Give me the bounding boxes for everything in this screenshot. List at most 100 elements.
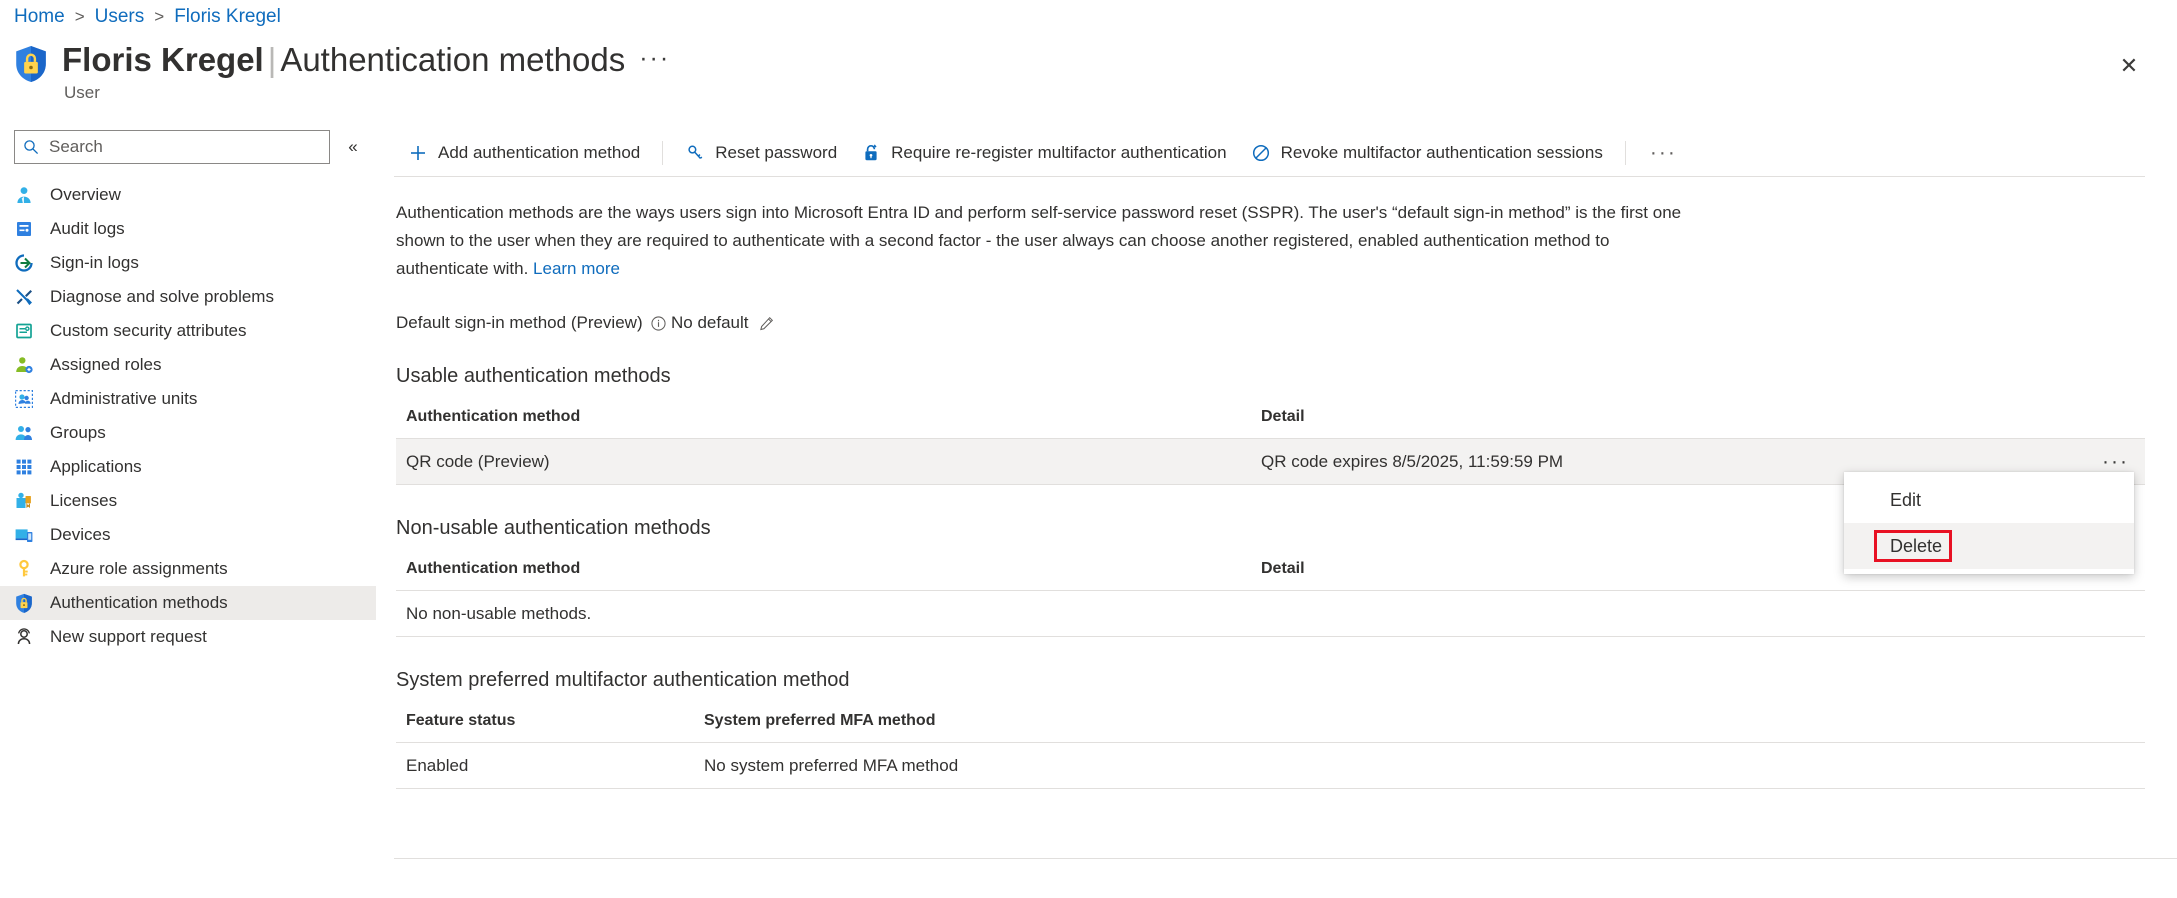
sidebar-item-authentication-methods[interactable]: Authentication methods xyxy=(0,586,376,620)
sidebar: « Overview Audit logs xyxy=(0,130,378,654)
search-box[interactable] xyxy=(14,130,330,164)
devices-icon xyxy=(14,525,34,545)
cell-authentication-method: QR code (Preview) xyxy=(406,452,1261,472)
table-header-row: Authentication method Detail xyxy=(396,408,2145,439)
context-menu-item-edit[interactable]: Edit xyxy=(1844,477,2134,523)
default-signin-method-label: Default sign-in method (Preview) xyxy=(396,313,643,333)
sidebar-item-applications[interactable]: Applications xyxy=(0,450,378,484)
column-header-authentication-method: Authentication method xyxy=(406,408,1261,426)
breadcrumb-item-users[interactable]: Users xyxy=(95,6,145,28)
sidebar-item-licenses[interactable]: Licenses xyxy=(0,484,378,518)
sidebar-item-label: Assigned roles xyxy=(50,355,162,375)
sidebar-item-new-support-request[interactable]: New support request xyxy=(0,620,378,654)
cell-empty-message: No non-usable methods. xyxy=(406,604,1261,624)
toolbar-separator xyxy=(1625,141,1626,165)
sidebar-item-label: Authentication methods xyxy=(50,593,228,613)
toolbar-divider xyxy=(394,176,2145,177)
sidebar-item-devices[interactable]: Devices xyxy=(0,518,378,552)
close-icon[interactable]: ✕ xyxy=(2113,50,2145,82)
block-circle-icon xyxy=(1251,143,1271,163)
authentication-methods-page: Home > Users > Floris Kregel Floris Kreg… xyxy=(0,0,2177,898)
toolbar-button-label: Reset password xyxy=(715,143,837,163)
breadcrumb-item-home[interactable]: Home xyxy=(14,6,65,28)
require-re-register-mfa-button[interactable]: Require re-register multifactor authenti… xyxy=(849,135,1238,171)
system-preferred-mfa-table: Feature status System preferred MFA meth… xyxy=(396,712,2145,789)
sidebar-item-administrative-units[interactable]: Administrative units xyxy=(0,382,378,416)
key-icon xyxy=(14,559,34,579)
sidebar-item-label: Azure role assignments xyxy=(50,559,228,579)
lock-refresh-icon xyxy=(861,143,881,163)
sidebar-item-sign-in-logs[interactable]: Sign-in logs xyxy=(0,246,378,280)
audit-log-icon xyxy=(14,219,34,239)
column-header-detail: Detail xyxy=(1261,408,2145,426)
breadcrumb-separator: > xyxy=(75,7,85,27)
sidebar-item-label: Custom security attributes xyxy=(50,321,247,341)
add-authentication-method-button[interactable]: Add authentication method xyxy=(396,135,652,171)
bottom-divider xyxy=(394,858,2177,859)
default-signin-method-value: No default xyxy=(671,313,749,333)
main-content: Add authentication method Reset password xyxy=(394,130,2177,789)
sidebar-item-label: Overview xyxy=(50,185,121,205)
sidebar-item-custom-security-attributes[interactable]: Custom security attributes xyxy=(0,314,378,348)
sidebar-item-label: Administrative units xyxy=(50,389,197,409)
sidebar-item-azure-role-assignments[interactable]: Azure role assignments xyxy=(0,552,378,586)
page-subtitle: User xyxy=(64,83,670,103)
default-signin-method-value-group: No default xyxy=(671,313,774,333)
sidebar-item-audit-logs[interactable]: Audit logs xyxy=(0,212,378,246)
breadcrumb-separator: > xyxy=(154,7,164,27)
pencil-edit-icon[interactable] xyxy=(759,316,774,331)
sidebar-item-label: Sign-in logs xyxy=(50,253,139,273)
toolbar-more-button[interactable]: ··· xyxy=(1636,138,1691,168)
row-context-menu: Edit Delete xyxy=(1844,472,2134,574)
column-header-system-preferred-mfa-method: System preferred MFA method xyxy=(704,712,2145,730)
cell-detail: QR code expires 8/5/2025, 11:59:59 PM xyxy=(1261,452,2145,472)
applications-grid-icon xyxy=(14,457,34,477)
search-icon xyxy=(23,139,39,155)
table-empty-row: No non-usable methods. xyxy=(396,591,2145,637)
page-title-more-button[interactable]: ··· xyxy=(639,48,670,68)
chevron-double-left-icon[interactable]: « xyxy=(342,134,364,160)
default-signin-method-row: Default sign-in method (Preview) No defa… xyxy=(396,313,2177,333)
toolbar-button-label: Add authentication method xyxy=(438,143,640,163)
support-person-icon xyxy=(14,627,34,647)
licenses-icon xyxy=(14,491,34,511)
reset-password-button[interactable]: Reset password xyxy=(673,135,849,171)
sidebar-item-assigned-roles[interactable]: Assigned roles xyxy=(0,348,378,382)
page-title: Floris Kregel|Authentication methods xyxy=(62,40,625,80)
sidebar-item-label: New support request xyxy=(50,627,207,647)
info-circle-icon[interactable] xyxy=(651,316,666,331)
sidebar-item-label: Diagnose and solve problems xyxy=(50,287,274,307)
row-more-button[interactable]: ··· xyxy=(2094,451,2137,473)
page-header: Floris Kregel|Authentication methods ···… xyxy=(14,40,670,103)
sidebar-item-overview[interactable]: Overview xyxy=(0,178,378,212)
toolbar-button-label: Require re-register multifactor authenti… xyxy=(891,143,1226,163)
search-input[interactable] xyxy=(47,136,321,158)
sidebar-search-row: « xyxy=(0,130,378,164)
sidebar-item-groups[interactable]: Groups xyxy=(0,416,378,450)
table-row: Enabled No system preferred MFA method xyxy=(396,743,2145,789)
shield-lock-icon xyxy=(14,593,34,613)
sidebar-item-diagnose-and-solve-problems[interactable]: Diagnose and solve problems xyxy=(0,280,378,314)
key-reset-icon xyxy=(685,143,705,163)
cell-system-preferred-mfa-method: No system preferred MFA method xyxy=(704,756,2145,776)
table-header-row: Feature status System preferred MFA meth… xyxy=(396,712,2145,743)
column-header-feature-status: Feature status xyxy=(406,712,704,730)
page-description: Authentication methods are the ways user… xyxy=(396,199,1706,283)
page-title-section: Authentication methods xyxy=(280,41,625,78)
sidebar-item-label: Groups xyxy=(50,423,106,443)
breadcrumb-item-floris-kregel[interactable]: Floris Kregel xyxy=(174,6,281,28)
sidebar-item-label: Devices xyxy=(50,525,110,545)
usable-methods-title: Usable authentication methods xyxy=(396,365,2177,388)
sidebar-nav-list: Overview Audit logs Sign-in logs xyxy=(0,178,378,654)
toolbar-separator xyxy=(662,141,663,165)
page-title-user: Floris Kregel xyxy=(62,41,264,78)
sidebar-item-label: Applications xyxy=(50,457,142,477)
revoke-mfa-sessions-button[interactable]: Revoke multifactor authentication sessio… xyxy=(1239,135,1615,171)
toolbar-button-label: Revoke multifactor authentication sessio… xyxy=(1281,143,1603,163)
learn-more-link[interactable]: Learn more xyxy=(533,259,620,278)
column-header-authentication-method: Authentication method xyxy=(406,560,1261,578)
system-preferred-mfa-title: System preferred multifactor authenticat… xyxy=(396,669,2177,692)
title-divider: | xyxy=(264,41,281,78)
context-menu-item-delete[interactable]: Delete xyxy=(1844,523,2134,569)
cell-feature-status: Enabled xyxy=(406,756,704,776)
